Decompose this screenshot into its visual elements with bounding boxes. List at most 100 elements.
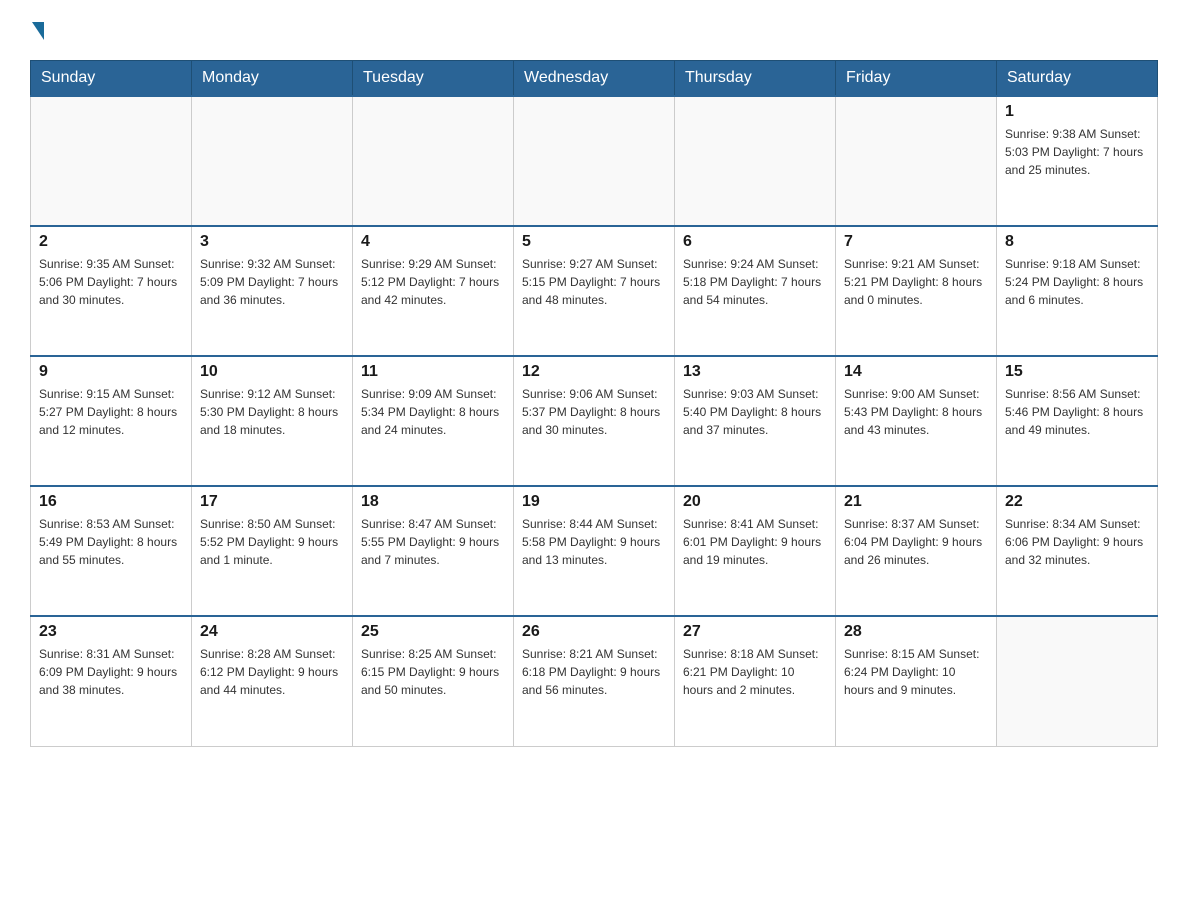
day-number: 4 [361,233,505,251]
day-info: Sunrise: 8:50 AM Sunset: 5:52 PM Dayligh… [200,515,344,569]
day-info: Sunrise: 9:27 AM Sunset: 5:15 PM Dayligh… [522,255,666,309]
calendar-cell: 10 Sunrise: 9:12 AM Sunset: 5:30 PM Dayli… [192,356,353,486]
day-info: Sunrise: 9:32 AM Sunset: 5:09 PM Dayligh… [200,255,344,309]
weekday-header-sunday: Sunday [31,61,192,97]
calendar-cell: 5 Sunrise: 9:27 AM Sunset: 5:15 PM Daylig… [514,226,675,356]
calendar-cell [675,96,836,226]
day-info: Sunrise: 9:06 AM Sunset: 5:37 PM Dayligh… [522,385,666,439]
calendar-cell: 16 Sunrise: 8:53 AM Sunset: 5:49 PM Dayli… [31,486,192,616]
calendar-cell: 22 Sunrise: 8:34 AM Sunset: 6:06 PM Dayli… [997,486,1158,616]
calendar-cell: 21 Sunrise: 8:37 AM Sunset: 6:04 PM Dayli… [836,486,997,616]
calendar-cell: 20 Sunrise: 8:41 AM Sunset: 6:01 PM Dayli… [675,486,836,616]
day-info: Sunrise: 9:09 AM Sunset: 5:34 PM Dayligh… [361,385,505,439]
calendar-cell [353,96,514,226]
day-number: 25 [361,623,505,641]
day-number: 22 [1005,493,1149,511]
calendar-cell: 18 Sunrise: 8:47 AM Sunset: 5:55 PM Dayli… [353,486,514,616]
day-number: 15 [1005,363,1149,381]
day-number: 14 [844,363,988,381]
day-info: Sunrise: 8:56 AM Sunset: 5:46 PM Dayligh… [1005,385,1149,439]
calendar-cell: 3 Sunrise: 9:32 AM Sunset: 5:09 PM Daylig… [192,226,353,356]
calendar-cell: 28 Sunrise: 8:15 AM Sunset: 6:24 PM Dayli… [836,616,997,746]
calendar-cell: 4 Sunrise: 9:29 AM Sunset: 5:12 PM Daylig… [353,226,514,356]
day-info: Sunrise: 8:44 AM Sunset: 5:58 PM Dayligh… [522,515,666,569]
calendar-cell: 25 Sunrise: 8:25 AM Sunset: 6:15 PM Dayli… [353,616,514,746]
day-number: 9 [39,363,183,381]
calendar-cell: 6 Sunrise: 9:24 AM Sunset: 5:18 PM Daylig… [675,226,836,356]
day-number: 20 [683,493,827,511]
day-number: 23 [39,623,183,641]
calendar-cell [836,96,997,226]
day-number: 24 [200,623,344,641]
calendar-cell: 19 Sunrise: 8:44 AM Sunset: 5:58 PM Dayli… [514,486,675,616]
calendar-cell: 26 Sunrise: 8:21 AM Sunset: 6:18 PM Dayli… [514,616,675,746]
week-row-3: 9 Sunrise: 9:15 AM Sunset: 5:27 PM Daylig… [31,356,1158,486]
day-info: Sunrise: 8:15 AM Sunset: 6:24 PM Dayligh… [844,645,988,699]
day-info: Sunrise: 9:12 AM Sunset: 5:30 PM Dayligh… [200,385,344,439]
calendar-header: SundayMondayTuesdayWednesdayThursdayFrid… [31,61,1158,97]
day-info: Sunrise: 9:38 AM Sunset: 5:03 PM Dayligh… [1005,125,1149,179]
day-info: Sunrise: 8:47 AM Sunset: 5:55 PM Dayligh… [361,515,505,569]
calendar-cell: 8 Sunrise: 9:18 AM Sunset: 5:24 PM Daylig… [997,226,1158,356]
day-info: Sunrise: 9:18 AM Sunset: 5:24 PM Dayligh… [1005,255,1149,309]
day-info: Sunrise: 8:53 AM Sunset: 5:49 PM Dayligh… [39,515,183,569]
week-row-4: 16 Sunrise: 8:53 AM Sunset: 5:49 PM Dayli… [31,486,1158,616]
day-number: 21 [844,493,988,511]
day-info: Sunrise: 9:21 AM Sunset: 5:21 PM Dayligh… [844,255,988,309]
day-number: 16 [39,493,183,511]
logo-general-text [30,20,44,40]
day-number: 6 [683,233,827,251]
calendar-cell: 1 Sunrise: 9:38 AM Sunset: 5:03 PM Daylig… [997,96,1158,226]
weekday-header-friday: Friday [836,61,997,97]
day-number: 1 [1005,103,1149,121]
weekday-header-saturday: Saturday [997,61,1158,97]
day-number: 27 [683,623,827,641]
day-number: 18 [361,493,505,511]
day-info: Sunrise: 9:15 AM Sunset: 5:27 PM Dayligh… [39,385,183,439]
weekday-header-row: SundayMondayTuesdayWednesdayThursdayFrid… [31,61,1158,97]
day-info: Sunrise: 8:18 AM Sunset: 6:21 PM Dayligh… [683,645,827,699]
day-number: 11 [361,363,505,381]
day-number: 13 [683,363,827,381]
calendar-cell: 7Sunrise: 9:21 AM Sunset: 5:21 PM Daylig… [836,226,997,356]
day-info: Sunrise: 9:03 AM Sunset: 5:40 PM Dayligh… [683,385,827,439]
calendar-cell: 24 Sunrise: 8:28 AM Sunset: 6:12 PM Dayli… [192,616,353,746]
day-info: Sunrise: 8:34 AM Sunset: 6:06 PM Dayligh… [1005,515,1149,569]
day-info: Sunrise: 9:00 AM Sunset: 5:43 PM Dayligh… [844,385,988,439]
day-number: 12 [522,363,666,381]
calendar-cell [997,616,1158,746]
day-number: 26 [522,623,666,641]
day-info: Sunrise: 8:31 AM Sunset: 6:09 PM Dayligh… [39,645,183,699]
calendar-cell: 15 Sunrise: 8:56 AM Sunset: 5:46 PM Dayli… [997,356,1158,486]
day-info: Sunrise: 8:28 AM Sunset: 6:12 PM Dayligh… [200,645,344,699]
calendar-cell: 23 Sunrise: 8:31 AM Sunset: 6:09 PM Dayli… [31,616,192,746]
day-number: 3 [200,233,344,251]
day-info: Sunrise: 8:41 AM Sunset: 6:01 PM Dayligh… [683,515,827,569]
day-info: Sunrise: 8:21 AM Sunset: 6:18 PM Dayligh… [522,645,666,699]
day-info: Sunrise: 9:29 AM Sunset: 5:12 PM Dayligh… [361,255,505,309]
calendar-cell [31,96,192,226]
day-number: 28 [844,623,988,641]
calendar-cell: 14 Sunrise: 9:00 AM Sunset: 5:43 PM Dayli… [836,356,997,486]
week-row-5: 23 Sunrise: 8:31 AM Sunset: 6:09 PM Dayli… [31,616,1158,746]
day-number: 5 [522,233,666,251]
day-number: 17 [200,493,344,511]
week-row-2: 2 Sunrise: 9:35 AM Sunset: 5:06 PM Daylig… [31,226,1158,356]
weekday-header-monday: Monday [192,61,353,97]
day-info: Sunrise: 8:37 AM Sunset: 6:04 PM Dayligh… [844,515,988,569]
calendar-body: 1 Sunrise: 9:38 AM Sunset: 5:03 PM Daylig… [31,96,1158,746]
day-info: Sunrise: 8:25 AM Sunset: 6:15 PM Dayligh… [361,645,505,699]
day-number: 10 [200,363,344,381]
weekday-header-thursday: Thursday [675,61,836,97]
day-number: 8 [1005,233,1149,251]
logo-arrow-icon [32,22,44,40]
calendar-cell [192,96,353,226]
page-header [30,20,1158,40]
calendar-cell: 13 Sunrise: 9:03 AM Sunset: 5:40 PM Dayli… [675,356,836,486]
day-info: Sunrise: 9:24 AM Sunset: 5:18 PM Dayligh… [683,255,827,309]
calendar-cell: 27 Sunrise: 8:18 AM Sunset: 6:21 PM Dayli… [675,616,836,746]
weekday-header-tuesday: Tuesday [353,61,514,97]
day-info: Sunrise: 9:35 AM Sunset: 5:06 PM Dayligh… [39,255,183,309]
day-number: 19 [522,493,666,511]
day-number: 2 [39,233,183,251]
